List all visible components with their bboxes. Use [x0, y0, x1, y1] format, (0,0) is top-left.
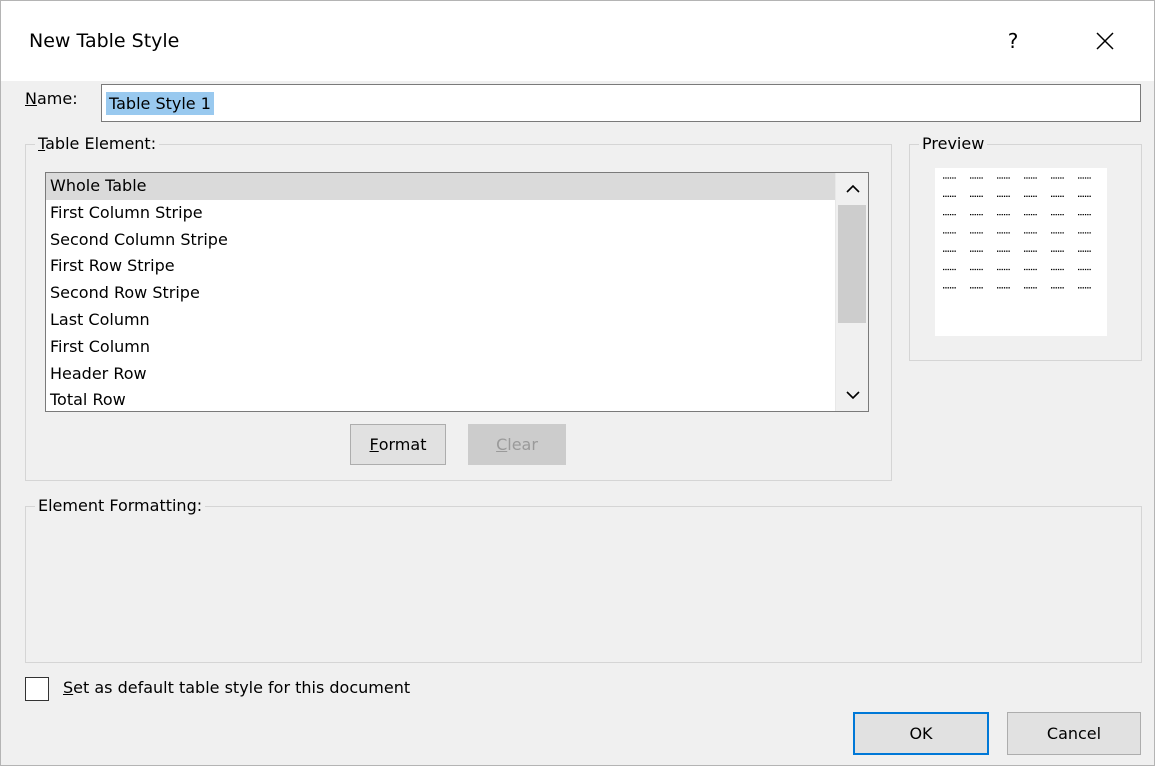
clear-label: lear	[507, 435, 538, 454]
format-mnemonic: F	[369, 435, 379, 454]
help-button[interactable]: ?	[991, 23, 1035, 59]
ok-button[interactable]: OK	[853, 712, 989, 755]
name-input-value: Table Style 1	[106, 91, 214, 115]
preview-label: Preview	[919, 134, 988, 153]
list-item[interactable]: Whole Table	[46, 173, 836, 200]
clear-button[interactable]: Clear	[468, 424, 566, 465]
list-item[interactable]: First Column	[46, 334, 836, 361]
format-label: ormat	[378, 435, 427, 454]
scroll-down-button[interactable]	[836, 379, 868, 411]
table-element-list[interactable]: Whole Table First Column Stripe Second Col…	[45, 172, 869, 412]
element-formatting-group	[25, 506, 1142, 663]
default-style-label[interactable]: Set as default table style for this docu…	[63, 678, 410, 697]
list-item[interactable]: Second Column Stripe	[46, 227, 836, 254]
scroll-thumb[interactable]	[838, 205, 866, 323]
chevron-up-icon	[845, 184, 860, 193]
cancel-button[interactable]: Cancel	[1007, 712, 1141, 755]
clear-mnemonic: C	[496, 435, 508, 454]
close-button[interactable]	[1083, 23, 1127, 59]
chevron-down-icon	[845, 391, 860, 400]
format-button[interactable]: Format	[350, 424, 446, 465]
list-item[interactable]: Last Column	[46, 307, 836, 334]
close-icon	[1096, 32, 1114, 50]
list-item[interactable]: First Row Stripe	[46, 253, 836, 280]
list-item[interactable]: Second Row Stripe	[46, 280, 836, 307]
name-input[interactable]: Table Style 1	[101, 84, 1141, 122]
dialog-title: New Table Style	[29, 30, 180, 52]
default-style-checkbox[interactable]	[25, 677, 49, 701]
list-item[interactable]: First Column Stripe	[46, 200, 836, 227]
ok-label: OK	[909, 724, 933, 743]
preview-table-thumbnail	[943, 177, 1091, 289]
list-item[interactable]: Total Row	[46, 387, 836, 411]
preview-image	[935, 168, 1107, 336]
list-scrollbar[interactable]	[835, 173, 868, 411]
table-element-items: Whole Table First Column Stripe Second Col…	[46, 173, 836, 411]
new-table-style-dialog: New Table Style ? Name: Table Style 1 Ta…	[0, 0, 1155, 766]
cancel-label: Cancel	[1046, 724, 1102, 743]
list-item[interactable]: Header Row	[46, 361, 836, 388]
scroll-up-button[interactable]	[836, 173, 868, 205]
help-label: ?	[1007, 29, 1019, 53]
name-label: Name:	[25, 89, 78, 108]
element-formatting-label: Element Formatting:	[35, 496, 206, 515]
table-element-label: Table Element:	[35, 134, 160, 153]
title-bar: New Table Style ?	[1, 1, 1154, 81]
